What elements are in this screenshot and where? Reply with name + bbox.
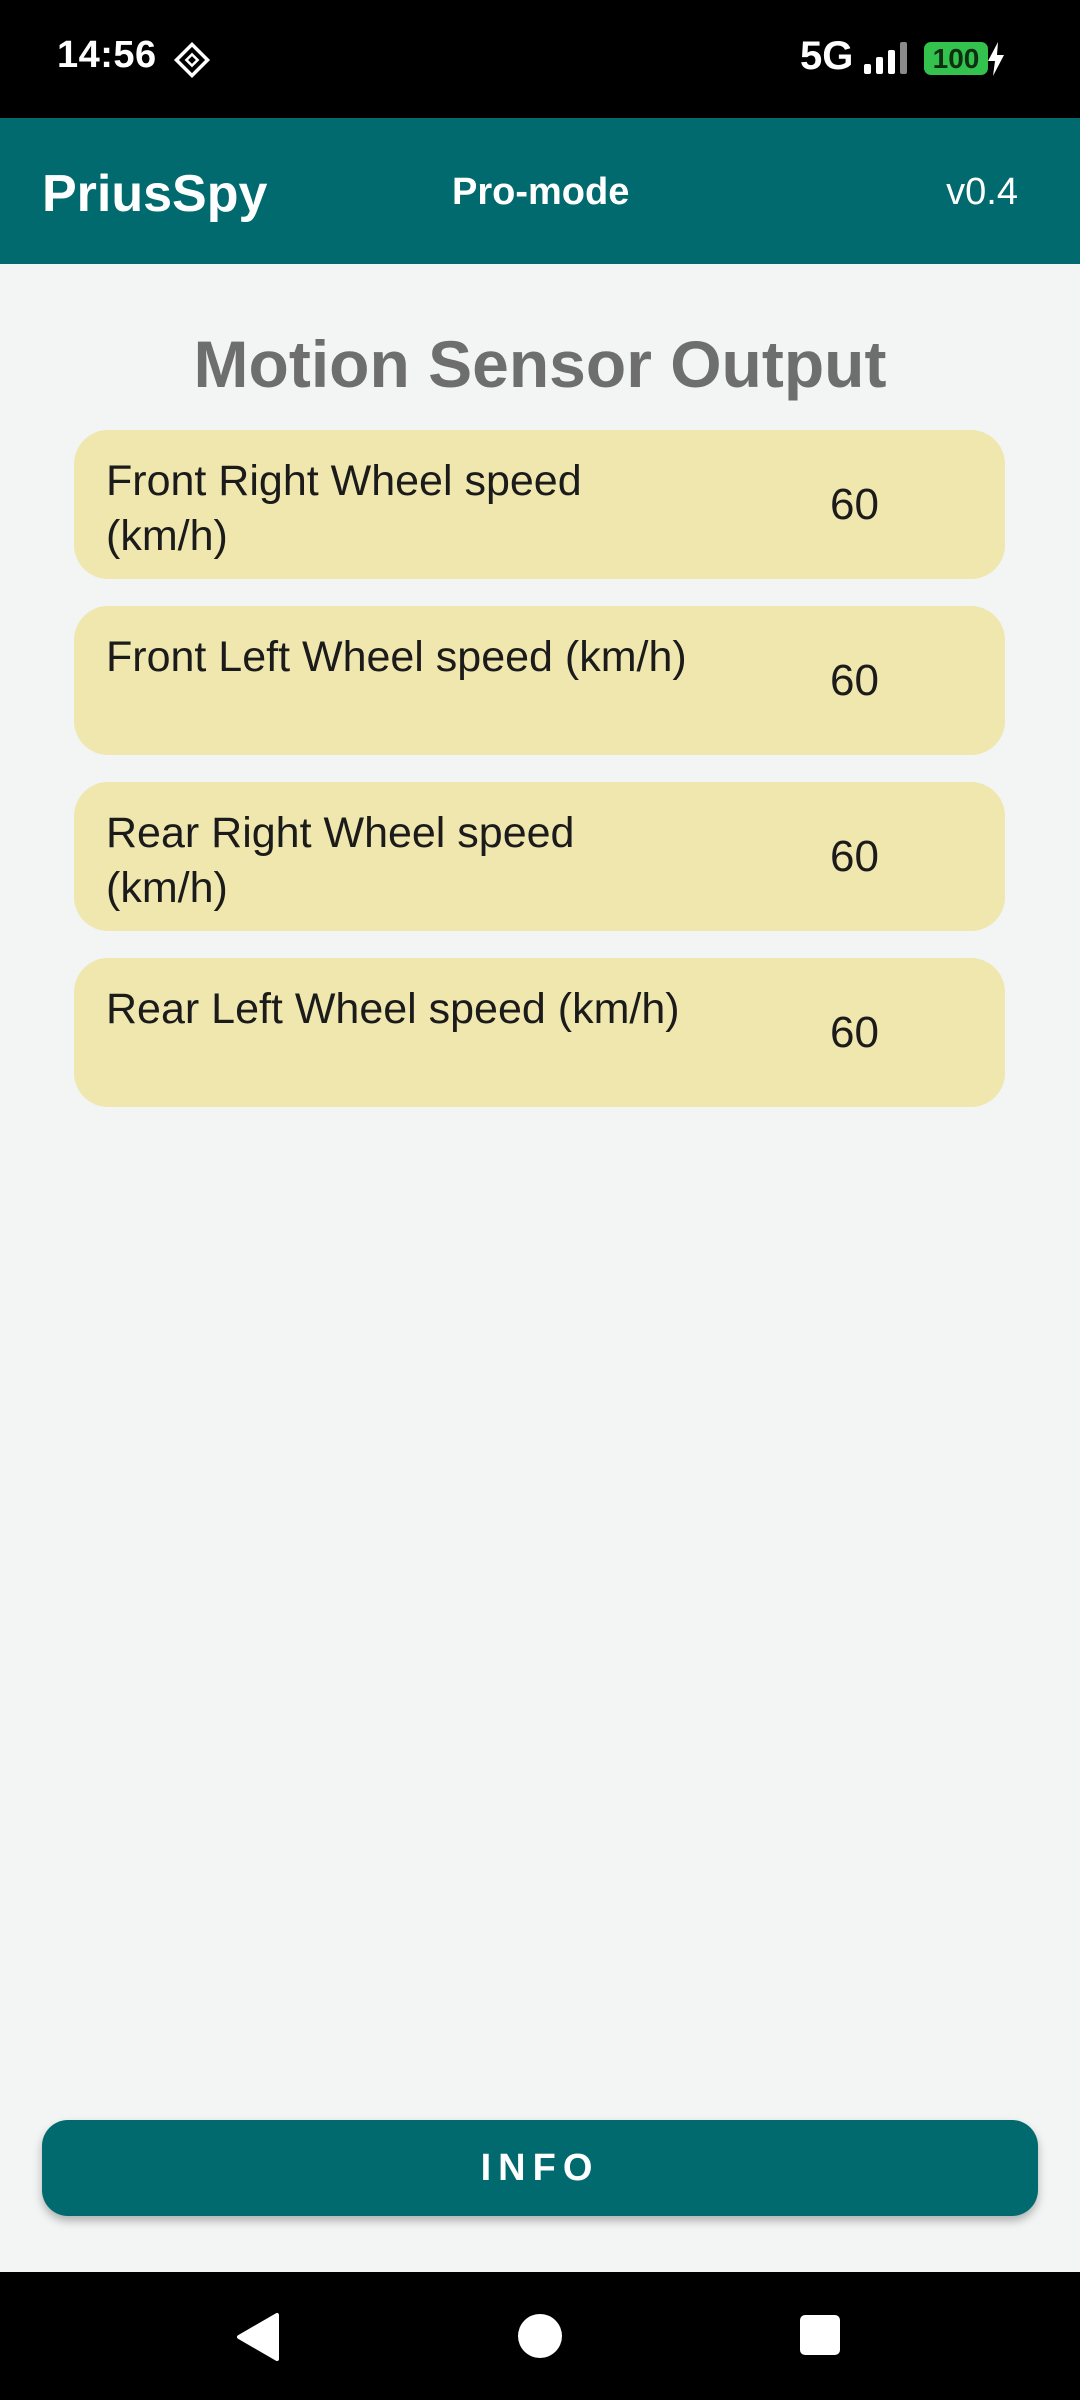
page-title: Motion Sensor Output bbox=[193, 327, 887, 401]
info-button[interactable]: INFO bbox=[42, 2120, 1038, 2216]
sensor-label: Rear Right Wheel speed (km/h) bbox=[106, 809, 575, 912]
sensor-label: Front Left Wheel speed (km/h) bbox=[106, 633, 687, 681]
sensor-value: 60 bbox=[830, 656, 879, 705]
app-bar: PriusSpy Pro-mode v0.4 bbox=[0, 118, 1080, 264]
sensor-value: 60 bbox=[830, 480, 879, 529]
sensor-card: Front Right Wheel speed (km/h) 60 bbox=[74, 430, 1005, 579]
sensor-label: Rear Left Wheel speed (km/h) bbox=[106, 985, 680, 1033]
sensor-card: Rear Right Wheel speed (km/h) 60 bbox=[74, 782, 1005, 931]
sensor-list: Front Right Wheel speed (km/h) 60 Front … bbox=[74, 430, 1005, 1134]
battery-level: 100 bbox=[924, 42, 988, 75]
charging-icon bbox=[988, 42, 1004, 76]
sensor-value: 60 bbox=[830, 832, 879, 881]
home-icon[interactable] bbox=[517, 2313, 563, 2359]
sensor-label: Front Right Wheel speed (km/h) bbox=[106, 457, 582, 560]
network-type: 5G bbox=[800, 34, 854, 78]
back-icon[interactable] bbox=[235, 2312, 281, 2362]
sensor-card: Front Left Wheel speed (km/h) 60 bbox=[74, 606, 1005, 755]
app-mode-label: Pro-mode bbox=[452, 171, 630, 213]
signal-icon bbox=[864, 42, 907, 74]
sensor-card: Rear Left Wheel speed (km/h) 60 bbox=[74, 958, 1005, 1107]
status-bar: 14:56 5G 100 bbox=[0, 0, 1080, 118]
status-time: 14:56 bbox=[57, 34, 157, 76]
notification-diamond-icon bbox=[173, 41, 211, 79]
app-title: PriusSpy bbox=[42, 165, 268, 223]
sensor-value: 60 bbox=[830, 1008, 879, 1057]
recents-icon[interactable] bbox=[799, 2314, 841, 2356]
app-version: v0.4 bbox=[946, 171, 1018, 213]
